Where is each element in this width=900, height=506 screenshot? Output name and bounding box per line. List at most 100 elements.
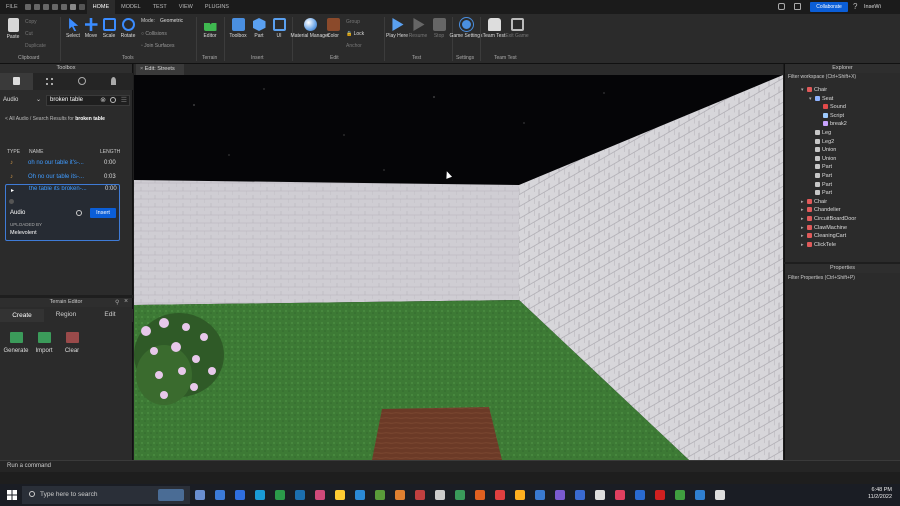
redo-history-icon[interactable] [43,4,50,10]
insert-button[interactable]: Insert [90,208,116,218]
zoom-icon[interactable] [76,210,82,216]
duplicate-button[interactable]: Duplicate [25,43,46,49]
pin-panel-icon[interactable]: ⚲ [115,299,119,306]
bell-icon[interactable] [778,3,785,10]
color-button[interactable]: Color [322,18,344,39]
explorer-item[interactable]: ▸ ClickTele [785,241,836,250]
explorer-item[interactable]: Part [785,189,832,198]
taskbar-app-icon[interactable] [215,490,225,500]
document-tab[interactable]: × Edit: Streets [136,64,184,75]
explorer-item[interactable]: ▸ CircuitBoardDoor [785,215,856,224]
taskbar-app-icon[interactable] [575,490,585,500]
taskbar-app-icon[interactable] [395,490,405,500]
taskbar-app-icon[interactable] [455,490,465,500]
join-surfaces-toggle[interactable]: ▫ Join Surfaces [141,43,174,49]
explorer-item[interactable]: Union [785,146,836,155]
tab-plugins[interactable]: PLUGINS [199,4,235,10]
taskbar-app-icon[interactable] [515,490,525,500]
taskbar-app-icon[interactable] [715,490,725,500]
terrain-editor-button[interactable]: Editor [199,18,221,39]
taskbar-app-icon[interactable] [435,490,445,500]
ui-button[interactable]: UI [268,18,290,39]
explorer-item[interactable]: ▸ Chair [785,198,827,207]
taskbar-app-icon[interactable] [655,490,665,500]
taskbar-app-icon[interactable] [695,490,705,500]
new-icon[interactable] [25,4,32,10]
explorer-item[interactable]: ▾ Chair [785,86,827,95]
clock-icon[interactable] [78,77,86,85]
taskbar-app-icon[interactable] [595,490,605,500]
3d-viewport[interactable] [134,75,783,460]
tab-create[interactable]: Create [0,309,44,322]
taskbar-app-icon[interactable] [635,490,645,500]
tab-edit[interactable]: Edit [88,309,132,322]
material-manager-button[interactable]: Material Manager [291,18,329,39]
clear-search-icon[interactable]: ⊗ [100,96,106,105]
taskbar-app-icon[interactable] [315,490,325,500]
all-audio-link[interactable]: < All Audio [5,116,29,122]
tab-home[interactable]: HOME [86,0,116,14]
open-icon[interactable] [34,4,41,10]
explorer-item[interactable]: Leg [785,129,831,138]
generate-button[interactable]: Generate [2,332,30,354]
taskbar-app-icon[interactable] [675,490,685,500]
explorer-item[interactable]: Part [785,181,832,190]
collaborate-button[interactable]: Collaborate [810,2,848,12]
pin-icon[interactable] [111,77,116,85]
toolbox-button[interactable]: Toolbox [227,18,249,39]
explorer-item[interactable]: ▸ CleaningCart [785,232,846,241]
tab-test[interactable]: TEST [147,4,173,10]
group-button[interactable]: Group [346,19,360,25]
exit-game-button[interactable]: Exit Game [505,18,529,39]
taskbar-app-icon[interactable] [495,490,505,500]
explorer-item[interactable]: Union [785,155,836,164]
lock-button[interactable]: 🔒 Lock [346,31,364,37]
copy-button[interactable]: Copy [25,19,37,25]
audio-result-row[interactable]: ♪ Oh no our table its-... 0:03 [5,171,120,183]
uploader-name[interactable]: Melevolent [10,230,37,236]
audio-result-row[interactable]: ♪ oh no our table it's-... 0:00 [5,157,120,169]
play-here-button[interactable]: Play Here [386,18,408,39]
explorer-item[interactable]: Leg2 [785,138,834,147]
audio-progress-slider[interactable] [9,199,14,204]
taskbar-app-icon[interactable] [535,490,545,500]
properties-filter-input[interactable]: Filter Properties (Ctrl+Shift+P) [788,275,898,283]
explorer-item[interactable]: ▸ Chandelier [785,206,841,215]
undo-icon[interactable] [70,4,77,10]
taskbar-app-icon[interactable] [355,490,365,500]
taskbar-app-icon[interactable] [255,490,265,500]
selected-audio-card[interactable]: ▸ the table its broken-... 0:00 Audio In… [5,184,120,241]
explorer-item[interactable]: ▸ ClawMachine [785,224,847,233]
explorer-filter-input[interactable]: Filter workspace (Ctrl+Shift+X) [788,74,898,82]
mode-dropdown[interactable]: Geometric [160,18,183,24]
redo-icon[interactable] [79,4,86,10]
explorer-item[interactable]: break2 [785,120,847,129]
grid-icon[interactable] [46,78,53,85]
taskbar-app-icon[interactable] [415,490,425,500]
taskbar-app-icon[interactable] [475,490,485,500]
explorer-item[interactable]: Part [785,172,832,181]
rotate-button[interactable]: Rotate [117,18,139,39]
import-button[interactable]: Import [30,332,58,354]
command-bar[interactable]: Run a command [0,460,900,472]
clock[interactable]: 6:48 PM 11/2/2022 [862,487,892,501]
share-icon[interactable] [794,3,801,10]
game-settings-button[interactable]: Game Settings [449,18,483,39]
taskbar-app-icon[interactable] [615,490,625,500]
anchor-button[interactable]: Anchor [346,43,362,49]
taskbar-app-icon[interactable] [295,490,305,500]
category-dropdown[interactable]: Audio ⌄ [3,95,43,106]
toolbox-search-input[interactable]: broken table ⊗ ☰ [46,95,130,106]
help-icon[interactable]: ? [853,2,857,11]
team-test-button[interactable]: Team Test [483,18,505,39]
close-icon[interactable]: × [124,298,128,305]
paste-button[interactable]: Paste [2,18,24,40]
filter-icon[interactable]: ☰ [121,97,127,104]
cut-button[interactable]: Cut [25,31,33,37]
taskbar-app-icon[interactable] [375,490,385,500]
publish-icon[interactable] [52,4,59,10]
part-button[interactable]: Part [248,18,270,39]
stop-button[interactable]: Stop [428,18,450,39]
explorer-item[interactable]: Part [785,163,832,172]
clear-button[interactable]: Clear [58,332,86,354]
